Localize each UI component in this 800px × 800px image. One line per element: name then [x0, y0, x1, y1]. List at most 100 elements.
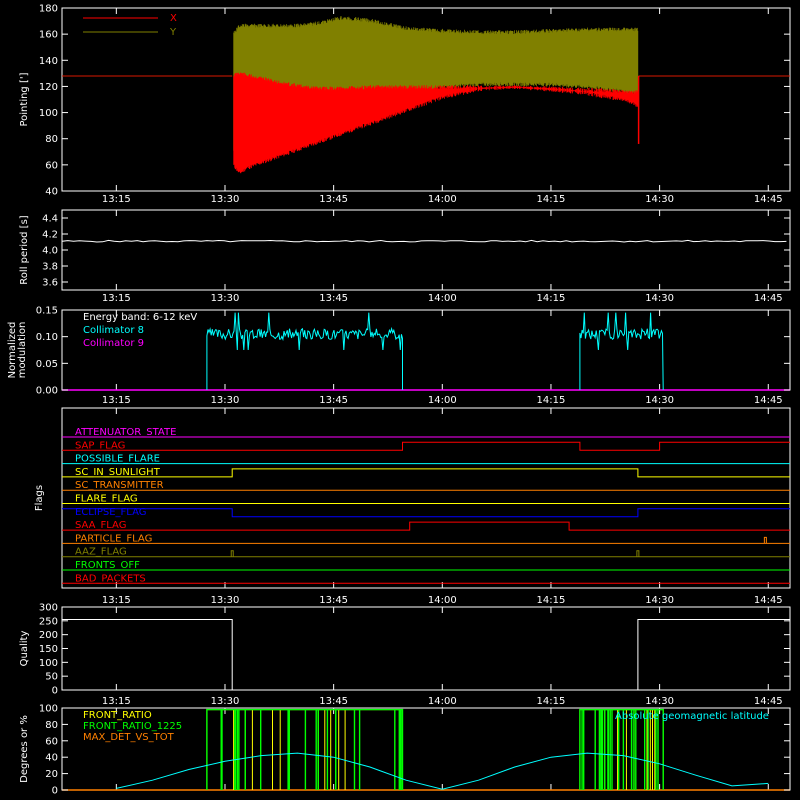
y-tick-label: 80 — [45, 720, 58, 731]
y-axis-label: Roll period [s] — [19, 215, 30, 284]
legend-label-max-det-vs-tot: MAX_DET_VS_TOT — [83, 732, 175, 743]
multi-panel-chart: 40 60 80 100 120 140 160 180 Pointing ['] XY 13:15… — [7, 4, 791, 797]
legend-label-front-ratio-1225: FRONT_RATIO_1225 — [83, 721, 182, 732]
flag-label-possible_flare: POSSIBLE_FLARE — [75, 454, 160, 465]
x-tick-label: 14:00 — [428, 293, 457, 304]
y-tick-label: 200 — [39, 630, 58, 641]
y-tick-label: 0 — [52, 686, 58, 697]
x-tick-label: 14:45 — [754, 194, 783, 205]
y-tick-label: 40 — [45, 187, 58, 198]
x-tick-label: 14:00 — [428, 194, 457, 205]
x-tick-label: 13:15 — [102, 696, 131, 707]
y-axis-label: modulation — [17, 322, 28, 379]
y-tick-label: 180 — [39, 4, 58, 15]
y-tick-label: 100 — [39, 704, 58, 715]
y-tick-label: 0 — [52, 786, 58, 797]
x-tick-label: 14:45 — [754, 293, 783, 304]
flag-spike-particle_flag — [763, 536, 767, 544]
x-tick-label: 14:45 — [754, 696, 783, 707]
y-tick-label: 60 — [45, 736, 58, 747]
x-tick-label: 14:15 — [537, 395, 566, 406]
x-tick-label: 14:30 — [645, 194, 674, 205]
y-tick-label: 160 — [39, 30, 58, 41]
y-axis-label: Quality — [19, 631, 30, 667]
legend-label-collimator9: Collimator 9 — [83, 338, 144, 349]
flag-label-fronts_off: FRONTS_OFF — [75, 560, 140, 571]
x-tick-label: 14:30 — [645, 293, 674, 304]
y-tick-label: 20 — [45, 769, 58, 780]
y-tick-label: 40 — [45, 753, 58, 764]
flag-label-eclipse_flag: ECLIPSE_FLAG — [75, 507, 146, 518]
collimator8-trace — [579, 312, 664, 391]
x-tick-label: 14:00 — [428, 395, 457, 406]
flag-trace-saa_flag — [62, 521, 790, 531]
y-tick-label: 3.6 — [42, 278, 58, 289]
x-tick-label: 13:15 — [102, 395, 131, 406]
flag-label-attenuator_state: ATTENUATOR_STATE — [75, 427, 176, 438]
y-axis-label: Degrees or % — [19, 715, 30, 783]
y-tick-label: 300 — [39, 603, 58, 614]
energy-band-annotation: Energy band: 6-12 keV — [83, 312, 197, 323]
geomagnetic-latitude-annotation: Absolute geomagnetic latitude — [615, 711, 769, 722]
x-tick-label: 13:45 — [319, 293, 348, 304]
x-tick-label: 13:30 — [211, 595, 240, 606]
y-axis-label: Flags — [34, 485, 45, 511]
flag-label-particle_flag: PARTICLE_FLAG — [75, 533, 152, 544]
x-tick-label: 13:45 — [319, 595, 348, 606]
y-tick-label: 100 — [39, 108, 58, 119]
y-tick-label: 100 — [39, 658, 58, 669]
y-tick-label: 60 — [45, 160, 58, 171]
y-tick-label: 140 — [39, 56, 58, 67]
flag-trace-eclipse_flag — [62, 508, 790, 518]
flag-spike-aaz_flag — [230, 550, 234, 557]
y-axis-label: Pointing ['] — [19, 72, 30, 126]
y-tick-label: 0.10 — [36, 332, 58, 343]
y-tick-label: 0.15 — [36, 306, 58, 317]
flag-label-aaz_flag: AAZ_FLAG — [75, 547, 127, 558]
x-tick-label: 14:45 — [754, 395, 783, 406]
x-tick-label: 13:45 — [319, 395, 348, 406]
flag-label-sap_flag: SAP_FLAG — [75, 440, 125, 451]
x-tick-label: 14:00 — [428, 696, 457, 707]
roll-period-trace — [61, 239, 787, 243]
y-tick-label: 50 — [45, 672, 58, 683]
x-tick-label: 14:15 — [537, 696, 566, 707]
x-tick-label: 13:30 — [211, 696, 240, 707]
x-tick-label: 13:45 — [319, 194, 348, 205]
x-tick-label: 14:30 — [645, 696, 674, 707]
collimator8-trace — [206, 312, 403, 390]
panel-frame-2 — [61, 209, 791, 291]
quality-trace — [62, 619, 790, 691]
flag-label-bad_packets: BAD_PACKETS — [75, 573, 146, 584]
y-tick-label: 0.05 — [36, 359, 58, 370]
x-tick-label: 13:15 — [102, 293, 131, 304]
x-tick-label: 13:45 — [319, 696, 348, 707]
x-tick-label: 13:15 — [102, 595, 131, 606]
y-tick-label: 3.8 — [42, 262, 58, 273]
flag-label-sc_in_sunlight: SC_IN_SUNLIGHT — [75, 467, 161, 478]
y-tick-label: 4.0 — [42, 246, 58, 257]
legend-label-front-ratio: FRONT_RATIO — [83, 710, 152, 721]
y-tick-label: 0.00 — [36, 386, 58, 397]
flag-label-flare_flag: FLARE_FLAG — [75, 494, 138, 505]
front-ratio-1225-trace — [206, 708, 404, 790]
x-tick-label: 14:30 — [645, 595, 674, 606]
geomagnetic-latitude-trace — [116, 752, 769, 790]
x-tick-label: 14:00 — [428, 595, 457, 606]
y-tick-label: 4.4 — [42, 214, 58, 225]
flag-spike-aaz_flag — [636, 550, 640, 557]
x-tick-label: 14:15 — [537, 194, 566, 205]
x-tick-label: 13:30 — [211, 395, 240, 406]
x-tick-label: 14:15 — [537, 293, 566, 304]
y-tick-label: 250 — [39, 616, 58, 627]
flag-trace-sc_in_sunlight — [62, 468, 790, 478]
x-tick-label: 13:15 — [102, 194, 131, 205]
x-tick-label: 14:30 — [645, 395, 674, 406]
legend-label-collimator8: Collimator 8 — [83, 325, 144, 336]
flag-label-saa_flag: SAA_FLAG — [75, 520, 126, 531]
legend-label-x: X — [170, 13, 177, 24]
legend-label-y: Y — [169, 27, 177, 38]
series-x-trace — [62, 72, 790, 174]
x-tick-label: 14:45 — [754, 595, 783, 606]
x-tick-label: 13:30 — [211, 293, 240, 304]
